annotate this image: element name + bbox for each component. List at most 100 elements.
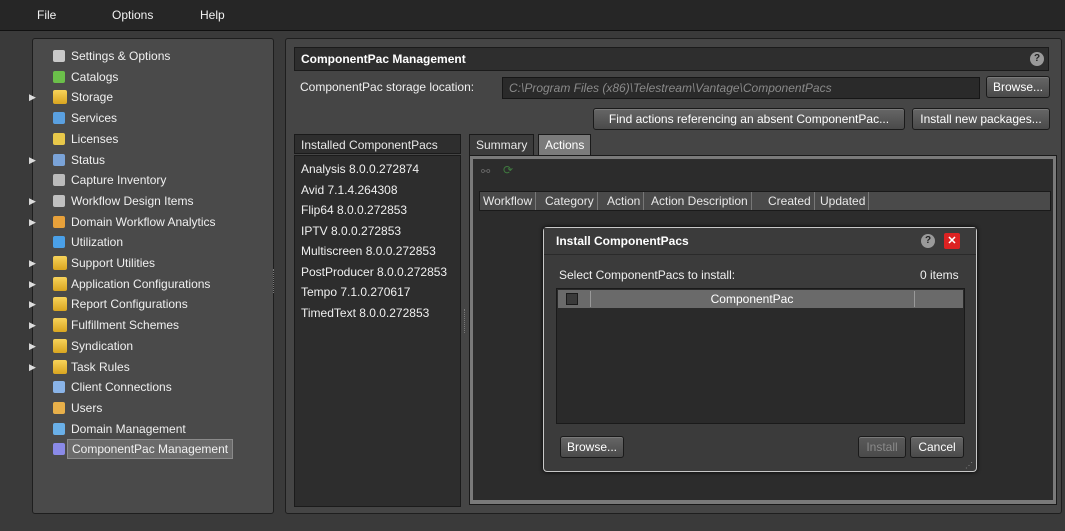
expand-arrow-icon[interactable]: ▶ xyxy=(29,274,39,294)
capture-icon xyxy=(53,174,65,187)
list-item[interactable]: TimedText 8.0.0.272853 xyxy=(301,303,429,323)
page-title: ComponentPac Management xyxy=(301,52,466,66)
analytics-icon xyxy=(53,215,65,228)
workflow-link-icon[interactable]: ⚯ xyxy=(481,165,490,178)
sidebar-item-label: Storage xyxy=(71,90,114,105)
expand-arrow-icon[interactable]: ▶ xyxy=(29,315,39,335)
sidebar-item[interactable]: Users xyxy=(33,398,271,418)
sidebar-item[interactable]: ▶ Status xyxy=(29,150,271,170)
workflow-icon xyxy=(53,194,65,207)
browse-storage-button[interactable]: Browse... xyxy=(986,76,1050,98)
sidebar-item-label: Settings & Options xyxy=(71,49,171,63)
sidebar-item[interactable]: Client Connections xyxy=(33,377,271,397)
column-header[interactable]: Created xyxy=(765,192,815,210)
column-header[interactable]: Action Description xyxy=(648,192,752,210)
utilization-icon xyxy=(53,236,65,249)
dialog-help-icon[interactable]: ? xyxy=(921,234,935,248)
sidebar-item[interactable]: ComponentPac Management xyxy=(33,439,271,460)
services-icon xyxy=(53,112,65,125)
sidebar-item[interactable]: ▶ Task Rules xyxy=(29,357,271,377)
expand-arrow-icon[interactable]: ▶ xyxy=(29,336,39,356)
sidebar-item-label: Fulfillment Schemes xyxy=(71,318,180,333)
dialog-cancel-button[interactable]: Cancel xyxy=(910,436,964,458)
sidebar-item-label: ComponentPac Management xyxy=(67,439,234,460)
sidebar-item[interactable]: Services xyxy=(33,108,271,128)
sidebar-item[interactable]: Settings & Options xyxy=(33,46,271,66)
column-header[interactable]: Workflow xyxy=(480,192,537,210)
list-item[interactable]: Tempo 7.1.0.270617 xyxy=(301,282,410,302)
sidebar-item[interactable]: ▶ Storage xyxy=(29,87,271,107)
find-actions-button[interactable]: Find actions referencing an absent Compo… xyxy=(593,108,905,130)
componentpac-column-header[interactable]: ComponentPac xyxy=(592,290,912,308)
list-item[interactable]: Multiscreen 8.0.0.272853 xyxy=(301,241,436,261)
dialog-install-button[interactable]: Install xyxy=(858,436,906,458)
list-splitter-handle[interactable] xyxy=(464,309,468,333)
domain-icon xyxy=(53,422,65,435)
expand-arrow-icon[interactable]: ▶ xyxy=(29,191,39,211)
install-componentpacs-dialog: Install ComponentPacs ? ✕ Select Compone… xyxy=(543,227,977,472)
column-header[interactable]: Action xyxy=(604,192,645,210)
list-item[interactable]: Flip64 8.0.0.272853 xyxy=(301,200,407,220)
header-divider xyxy=(914,291,915,307)
dialog-close-icon[interactable]: ✕ xyxy=(944,233,960,249)
tab-actions-label: Actions xyxy=(545,138,585,152)
client-connections-icon xyxy=(53,381,65,394)
expand-arrow-icon[interactable]: ▶ xyxy=(29,87,39,107)
folder-icon xyxy=(53,318,67,333)
list-item[interactable]: PostProducer 8.0.0.272853 xyxy=(301,262,447,282)
column-header[interactable]: Category xyxy=(542,192,598,210)
expand-arrow-icon[interactable]: ▶ xyxy=(29,294,39,314)
sidebar-item-label: Users xyxy=(71,400,103,415)
dialog-title-bar[interactable]: Install ComponentPacs ? ✕ xyxy=(544,228,976,255)
sidebar-item[interactable]: ▶ Workflow Design Items xyxy=(29,191,271,211)
installed-list-header: Installed ComponentPacs xyxy=(294,134,461,154)
help-icon[interactable]: ? xyxy=(1030,52,1044,66)
sidebar-item[interactable]: ▶ Support Utilities xyxy=(29,253,271,273)
tab-summary[interactable]: Summary xyxy=(469,134,535,155)
select-all-checkbox[interactable] xyxy=(566,293,578,305)
installed-list-header-label: Installed ComponentPacs xyxy=(301,138,438,152)
sidebar-item[interactable]: ▶ Syndication xyxy=(29,336,271,356)
catalogs-icon xyxy=(53,70,65,83)
componentpac-list: ComponentPac xyxy=(556,288,965,424)
sidebar-item[interactable]: ▶ Fulfillment Schemes xyxy=(29,315,271,335)
expand-arrow-icon[interactable]: ▶ xyxy=(29,357,39,377)
folder-icon xyxy=(53,338,67,353)
resize-grip-icon[interactable]: ⋰ xyxy=(965,462,973,470)
refresh-icon[interactable]: ⟳ xyxy=(503,163,513,177)
tab-actions[interactable]: Actions xyxy=(538,134,592,155)
folder-icon xyxy=(53,297,67,312)
sidebar-item[interactable]: Catalogs xyxy=(33,67,271,87)
dialog-browse-button[interactable]: Browse... xyxy=(560,436,624,458)
expand-arrow-icon[interactable]: ▶ xyxy=(29,150,39,170)
storage-location-field[interactable]: C:\Program Files (x86)\Telestream\Vantag… xyxy=(502,77,980,99)
column-header[interactable]: Updated xyxy=(817,192,870,210)
sidebar-item-label: Support Utilities xyxy=(71,256,156,270)
actions-table-header: Workflow Category Action Action Description… xyxy=(479,191,1051,211)
sidebar-item[interactable]: ▶ Report Configurations xyxy=(29,294,271,314)
menu-file[interactable]: File xyxy=(37,0,56,30)
sidebar-item[interactable]: Capture Inventory xyxy=(33,170,271,190)
list-item[interactable]: IPTV 8.0.0.272853 xyxy=(301,221,401,241)
sidebar-item[interactable]: Utilization xyxy=(33,232,271,252)
menu-help[interactable]: Help xyxy=(200,0,225,30)
expand-arrow-icon[interactable]: ▶ xyxy=(29,253,39,273)
menu-options[interactable]: Options xyxy=(112,0,153,30)
folder-icon xyxy=(53,359,67,374)
sidebar-item[interactable]: ▶ Application Configurations xyxy=(29,274,271,294)
key-icon xyxy=(53,132,65,145)
splitter-handle[interactable] xyxy=(273,269,277,293)
list-item[interactable]: Avid 7.1.4.264308 xyxy=(301,180,398,200)
installed-list: Analysis 8.0.0.272874 Avid 7.1.4.264308 Fl… xyxy=(294,155,461,507)
sidebar-item-label: Client Connections xyxy=(71,380,172,395)
header-divider xyxy=(590,291,591,307)
sidebar-item[interactable]: ▶ Domain Workflow Analytics xyxy=(29,212,271,232)
menu-bar: File Options Help xyxy=(0,0,1065,31)
install-new-packages-button[interactable]: Install new packages... xyxy=(912,108,1050,130)
dialog-title: Install ComponentPacs xyxy=(556,234,689,248)
sidebar-item[interactable]: Licenses xyxy=(33,129,271,149)
sidebar-item[interactable]: Domain Management xyxy=(33,419,271,439)
sidebar-item-label: Licenses xyxy=(71,131,119,146)
list-item[interactable]: Analysis 8.0.0.272874 xyxy=(301,159,419,179)
expand-arrow-icon[interactable]: ▶ xyxy=(29,212,39,232)
